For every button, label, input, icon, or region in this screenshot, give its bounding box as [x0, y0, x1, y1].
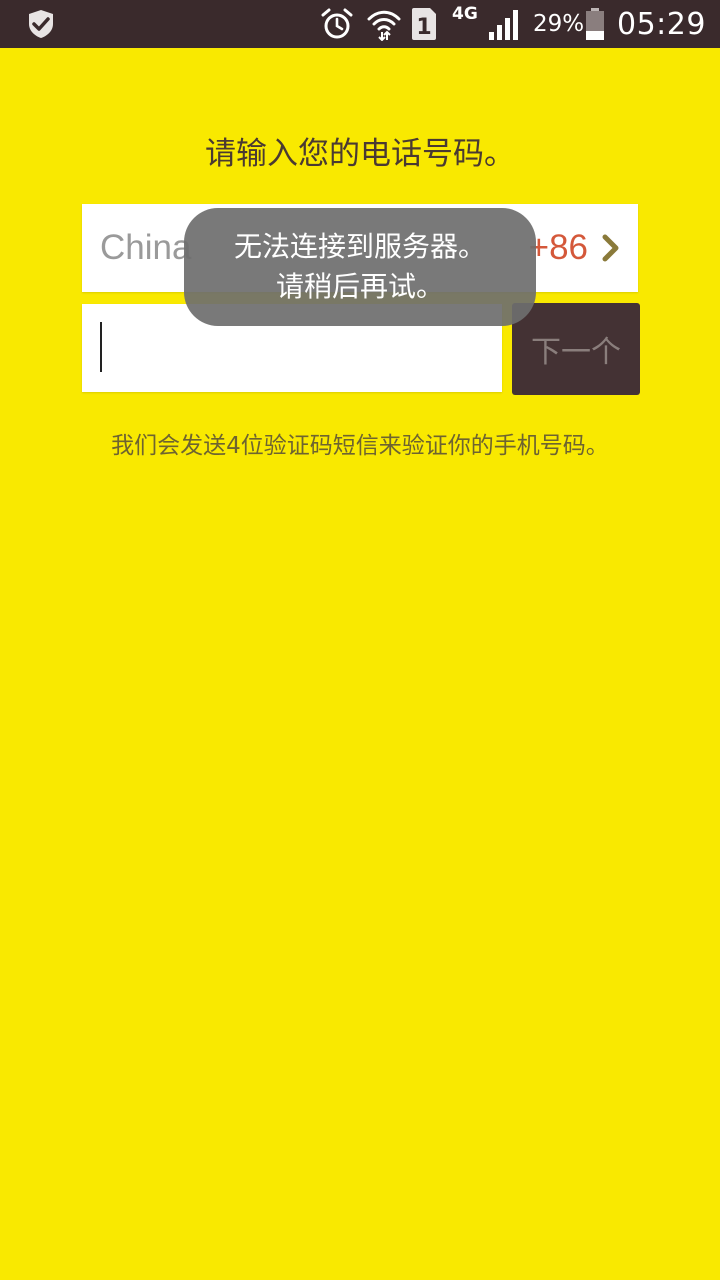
text-cursor [100, 322, 102, 372]
country-code: +86 [528, 228, 588, 267]
next-button[interactable]: 下一个 [512, 303, 640, 395]
alarm-icon [320, 0, 354, 48]
battery-icon [584, 0, 606, 48]
wifi-icon [366, 0, 402, 48]
verification-hint: 我们会发送4位验证码短信来验证你的手机号码。 [111, 433, 609, 459]
sim-icon: 1 [410, 0, 438, 48]
country-name: China [100, 228, 192, 267]
chevron-right-icon [600, 204, 622, 292]
signal-icon [488, 0, 522, 48]
clock: 05:29 [617, 6, 706, 42]
network-type: 4G [452, 4, 478, 24]
phone-verification-screen: 1 4G 29% 05:29 请输入您的电话号码。 China +86 下一个 … [0, 0, 720, 1280]
shield-check-icon [28, 0, 54, 48]
battery-percent: 29% [533, 11, 585, 37]
toast-line-2: 请稍后再试。 [275, 270, 444, 303]
sim-slot-label: 1 [416, 15, 431, 40]
error-toast: 无法连接到服务器。 请稍后再试。 [184, 208, 536, 326]
status-bar: 1 4G 29% 05:29 [0, 0, 720, 48]
toast-line-1: 无法连接到服务器。 [233, 230, 486, 263]
page-title: 请输入您的电话号码。 [205, 136, 515, 172]
